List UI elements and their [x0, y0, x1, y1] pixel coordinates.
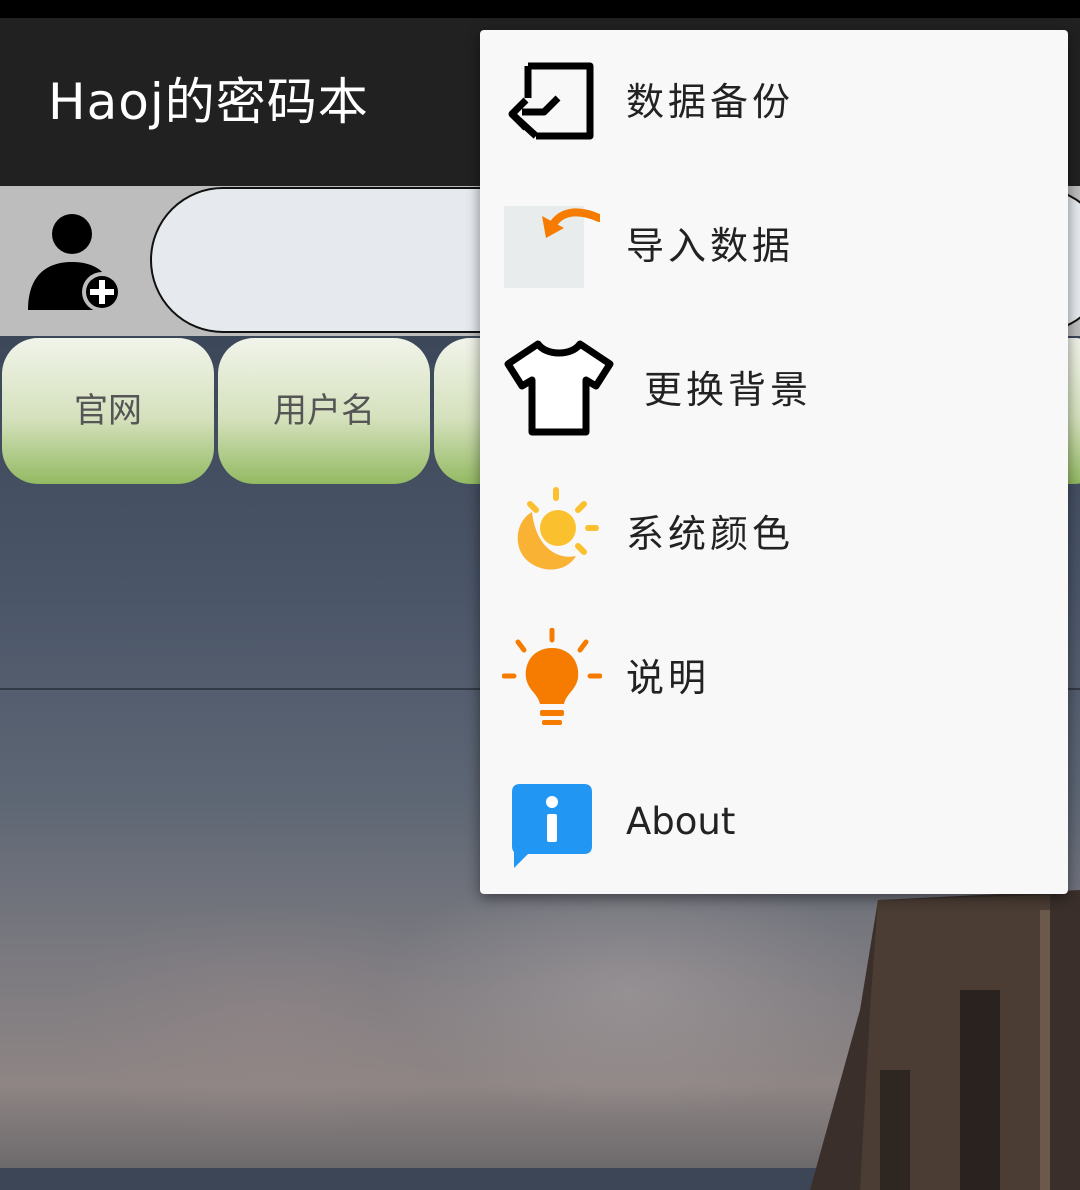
menu-item-import[interactable]: 导入数据 [480, 174, 1068, 318]
column-username-button[interactable]: 用户名 [218, 338, 430, 484]
sun-moon-icon [517, 487, 599, 570]
info-icon [512, 784, 592, 868]
menu-item-about[interactable]: About [480, 750, 1068, 894]
status-bar [0, 0, 1080, 18]
wallpaper-building [810, 890, 1080, 1190]
import-icon [504, 206, 600, 288]
menu-item-label: 数据备份 [626, 80, 795, 124]
add-user-icon[interactable] [26, 212, 126, 312]
menu-item-change-background[interactable]: 更换背景 [480, 318, 1068, 462]
column-website-button[interactable]: 官网 [2, 338, 214, 484]
menu-item-label: 更换背景 [644, 368, 813, 412]
lightbulb-icon [502, 628, 602, 725]
menu-item-label: About [626, 800, 736, 843]
menu-item-label: 导入数据 [626, 224, 795, 268]
tshirt-icon [504, 340, 614, 436]
menu-item-system-color[interactable]: 系统颜色 [480, 462, 1068, 606]
overflow-menu: 数据备份 导入数据 更换背景 系统颜色 说明 About [480, 30, 1068, 894]
menu-item-backup[interactable]: 数据备份 [480, 30, 1068, 174]
menu-item-label: 说明 [626, 656, 711, 700]
backup-icon [508, 62, 594, 140]
app-title: Haoj的密码本 [48, 73, 369, 131]
menu-item-label: 系统颜色 [626, 512, 795, 556]
menu-item-instructions[interactable]: 说明 [480, 606, 1068, 750]
